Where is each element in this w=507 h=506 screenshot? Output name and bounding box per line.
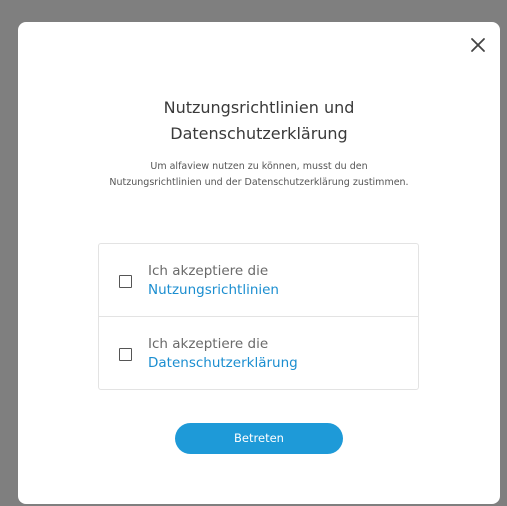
consent-list: Ich akzeptiere die Nutzungsrichtlinien I… (98, 243, 419, 390)
consent-prefix: Ich akzeptiere die (148, 263, 269, 279)
enter-button[interactable]: Betreten (175, 423, 343, 454)
dialog-title: Nutzungsrichtlinien und Datenschutzerklä… (18, 95, 500, 147)
consent-dialog: Nutzungsrichtlinien und Datenschutzerklä… (18, 22, 500, 504)
dialog-title-line1: Nutzungsrichtlinien und (163, 98, 355, 117)
terms-checkbox[interactable] (119, 275, 132, 288)
privacy-link[interactable]: Datenschutzerklärung (148, 354, 298, 373)
consent-text-privacy: Ich akzeptiere die Datenschutzerklärung (148, 335, 298, 373)
terms-link[interactable]: Nutzungsrichtlinien (148, 281, 279, 300)
close-icon (471, 38, 485, 52)
consent-prefix: Ich akzeptiere die (148, 336, 269, 352)
consent-item-terms: Ich akzeptiere die Nutzungsrichtlinien (99, 244, 418, 317)
dialog-description: Um alfaview nutzen zu können, musst du d… (109, 161, 409, 188)
consent-text-terms: Ich akzeptiere die Nutzungsrichtlinien (148, 262, 279, 300)
privacy-checkbox[interactable] (119, 348, 132, 361)
consent-item-privacy: Ich akzeptiere die Datenschutzerklärung (99, 317, 418, 390)
close-button[interactable] (467, 34, 489, 56)
dialog-title-line2: Datenschutzerklärung (170, 124, 348, 143)
